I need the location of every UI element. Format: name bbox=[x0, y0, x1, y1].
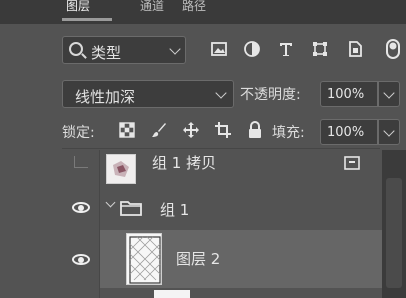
active-tab-indicator bbox=[62, 18, 112, 21]
fill-dropdown[interactable] bbox=[378, 119, 400, 145]
blend-mode-select[interactable]: 线性加深 bbox=[62, 80, 234, 108]
layer-thumbnail-pattern bbox=[127, 234, 161, 284]
folder-icon bbox=[120, 201, 142, 216]
chevron-down-icon bbox=[215, 87, 227, 99]
layers-list: 组 1 拷贝 组 1 图层 2 bbox=[62, 150, 382, 298]
layer-thumbnail bbox=[106, 154, 136, 184]
search-icon bbox=[69, 42, 83, 56]
image-filter-icon[interactable] bbox=[210, 40, 228, 58]
linked-smart-object-icon bbox=[344, 156, 360, 170]
shape-filter-icon[interactable] bbox=[311, 40, 329, 58]
opacity-dropdown[interactable] bbox=[378, 81, 400, 107]
lock-label: 锁定: bbox=[62, 125, 95, 141]
lock-transparent-pixels-icon[interactable] bbox=[118, 121, 136, 139]
layer-row[interactable]: 组 1 bbox=[62, 186, 382, 230]
lock-position-move-icon[interactable] bbox=[182, 121, 200, 139]
lock-artboard-crop-icon[interactable] bbox=[214, 121, 232, 139]
opacity-input[interactable]: 100% bbox=[320, 81, 378, 107]
layer-name[interactable]: 组 1 拷贝 bbox=[152, 152, 216, 173]
layer-thumbnail bbox=[154, 290, 190, 298]
layer-row-selected[interactable]: 图层 2 bbox=[100, 230, 382, 288]
layer-thumbnail bbox=[126, 233, 162, 285]
eye-icon bbox=[72, 254, 90, 265]
visibility-toggle[interactable] bbox=[62, 230, 100, 288]
filter-toggle-icon[interactable] bbox=[382, 38, 404, 60]
layer-row[interactable]: 组 1 拷贝 bbox=[62, 150, 382, 186]
blend-mode-label: 线性加深 bbox=[75, 88, 136, 106]
tab-channels[interactable]: 通道 bbox=[140, 0, 164, 16]
hidden-visibility-icon bbox=[74, 156, 88, 168]
scrollbar-thumb[interactable] bbox=[386, 178, 402, 288]
fill-label: 填充: bbox=[272, 125, 305, 141]
filter-kind-select[interactable]: 类型 bbox=[62, 36, 186, 64]
chevron-down-icon bbox=[169, 43, 181, 55]
chevron-down-icon bbox=[383, 125, 395, 137]
type-filter-icon[interactable] bbox=[277, 40, 295, 58]
opacity-label: 不透明度: bbox=[240, 87, 301, 103]
layer-name[interactable]: 图层 2 bbox=[176, 248, 220, 269]
eye-icon bbox=[72, 202, 90, 213]
filter-kind-label: 类型 bbox=[91, 44, 122, 62]
layers-panel: 图层 通道 路径 类型 线性加深 不透明度: 100% 锁定: 填充: 100%… bbox=[0, 0, 406, 298]
expand-chevron-icon[interactable] bbox=[105, 197, 116, 208]
visibility-toggle[interactable] bbox=[62, 186, 100, 230]
panel-divider bbox=[62, 148, 380, 149]
tab-layers[interactable]: 图层 bbox=[66, 0, 90, 16]
smart-object-filter-icon[interactable] bbox=[346, 40, 364, 58]
lock-image-pixels-brush-icon[interactable] bbox=[150, 121, 168, 139]
tab-paths[interactable]: 路径 bbox=[182, 0, 206, 16]
layer-name[interactable]: 组 1 bbox=[160, 199, 189, 220]
visibility-toggle[interactable] bbox=[62, 150, 100, 186]
chevron-down-icon bbox=[383, 87, 395, 99]
panel-tab-bar: 图层 通道 路径 bbox=[0, 0, 406, 24]
layer-thumbnail-image bbox=[107, 155, 135, 183]
lock-all-padlock-icon[interactable] bbox=[246, 121, 264, 139]
visibility-toggle[interactable] bbox=[62, 288, 100, 298]
layers-scrollbar[interactable] bbox=[382, 150, 406, 298]
adjustment-filter-icon[interactable] bbox=[243, 40, 261, 58]
fill-input[interactable]: 100% bbox=[320, 119, 378, 145]
